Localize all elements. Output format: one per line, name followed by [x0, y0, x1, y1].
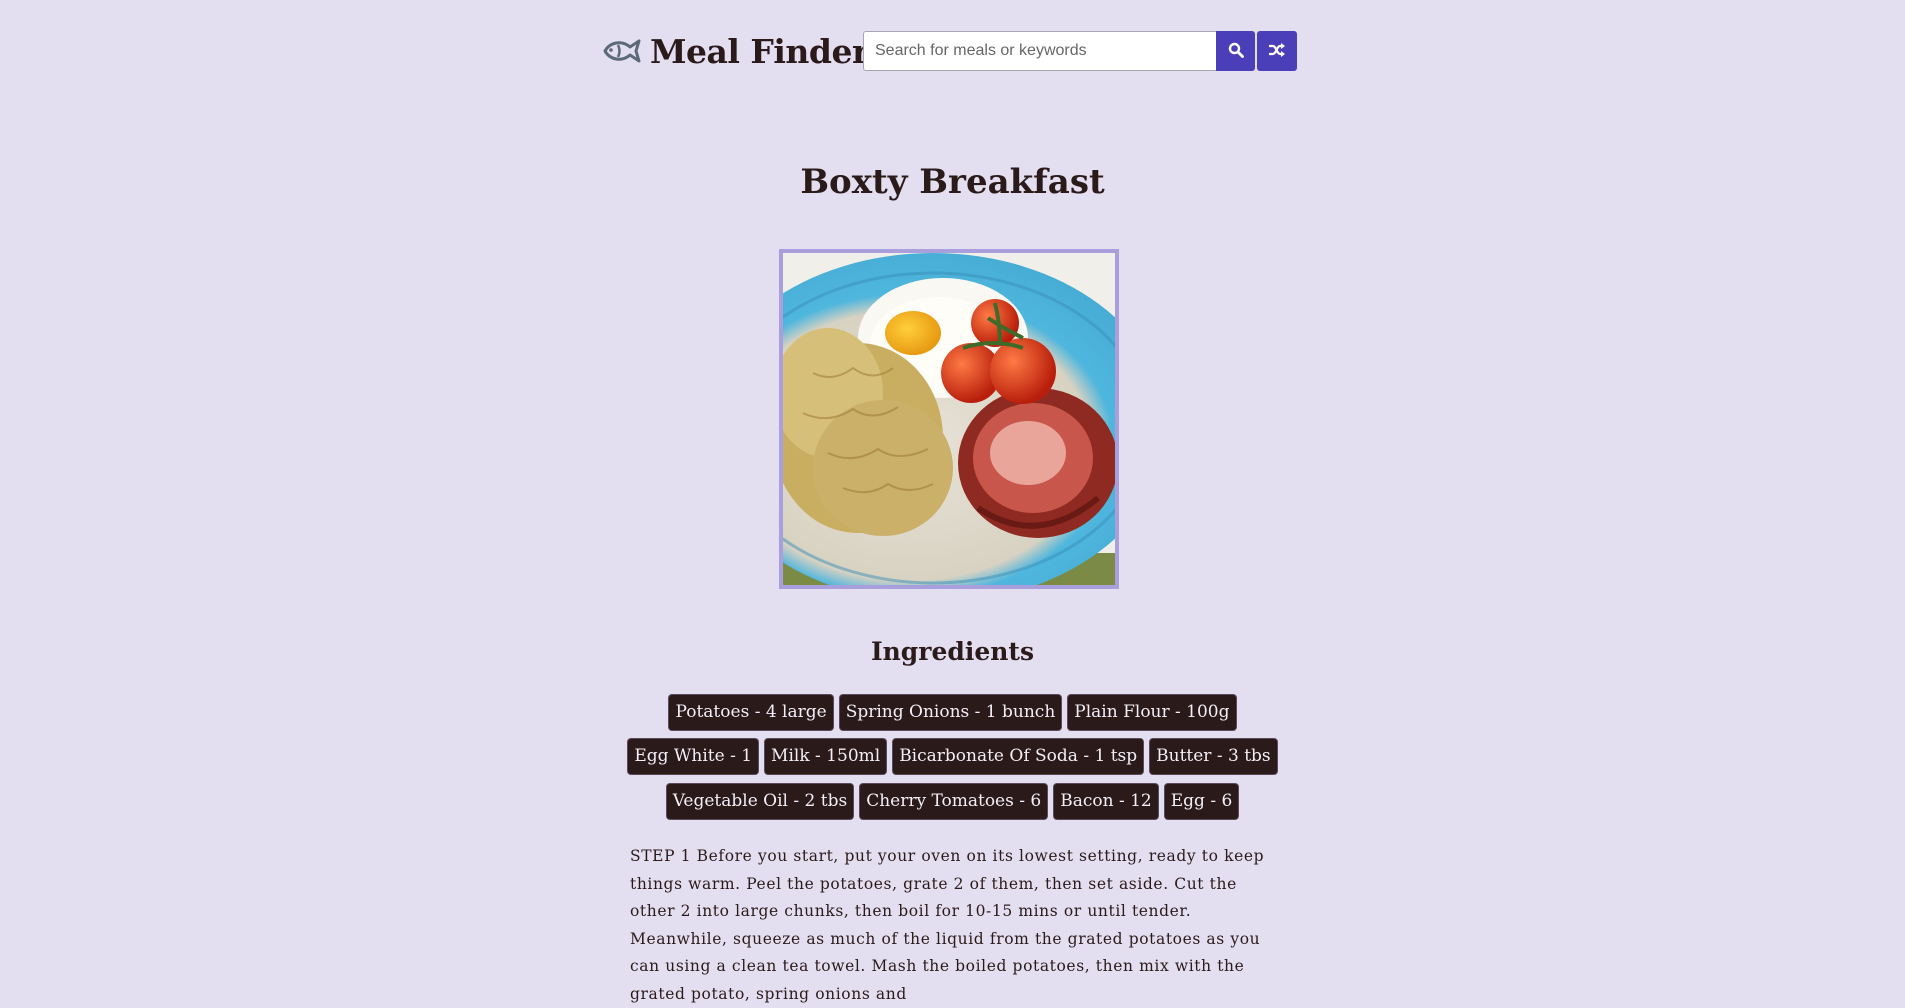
fish-icon: [602, 38, 642, 64]
ingredient-tag: Butter - 3 tbs: [1150, 739, 1277, 774]
search-input[interactable]: [863, 31, 1216, 71]
ingredient-tag: Bicarbonate Of Soda - 1 tsp: [893, 739, 1144, 774]
ingredient-tag: Egg White - 1: [628, 739, 759, 774]
shuffle-icon: [1268, 42, 1286, 61]
ingredient-row: Potatoes - 4 large Spring Onions - 1 bun…: [0, 695, 1905, 730]
logo[interactable]: Meal Finder: [602, 30, 869, 72]
ingredient-row: Vegetable Oil - 2 tbs Cherry Tomatoes - …: [0, 784, 1905, 819]
meal-image: [779, 249, 1119, 589]
ingredient-tag: Egg - 6: [1164, 784, 1239, 819]
ingredient-tag: Bacon - 12: [1054, 784, 1158, 819]
ingredient-tag: Spring Onions - 1 bunch: [839, 695, 1062, 730]
search-form: [863, 31, 1255, 71]
app-title: Meal Finder: [650, 31, 869, 71]
ingredient-tag: Plain Flour - 100g: [1068, 695, 1236, 730]
ingredients-heading: Ingredients: [870, 637, 1035, 666]
ingredient-tag: Vegetable Oil - 2 tbs: [666, 784, 854, 819]
instructions: STEP 1 Before you start, put your oven o…: [630, 847, 1265, 1003]
search-button[interactable]: [1216, 31, 1255, 71]
header: Meal Finder: [602, 30, 1297, 72]
search-icon: [1228, 42, 1244, 61]
ingredient-row: Egg White - 1 Milk - 150ml Bicarbonate O…: [0, 739, 1905, 774]
ingredient-tag: Potatoes - 4 large: [669, 695, 833, 730]
ingredient-tag: Milk - 150ml: [765, 739, 887, 774]
meal-title: Boxty Breakfast: [800, 162, 1105, 202]
random-meal-button[interactable]: [1257, 31, 1297, 71]
ingredient-tag: Cherry Tomatoes - 6: [860, 784, 1048, 819]
